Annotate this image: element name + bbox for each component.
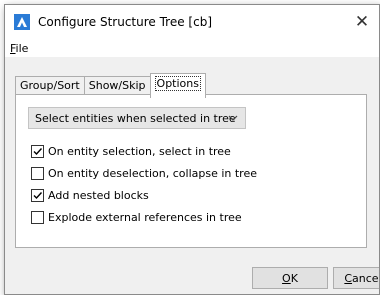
title-bar[interactable]: Configure Structure Tree [cb] ✕ bbox=[5, 5, 379, 39]
tab-show-skip[interactable]: Show/Skip bbox=[83, 76, 151, 96]
tab-label: Options bbox=[154, 76, 201, 91]
checkbox-select-in-tree[interactable]: On entity selection, select in tree bbox=[31, 143, 231, 159]
selection-mode-value: Select entities when selected in tree bbox=[35, 111, 236, 125]
ok-button[interactable]: OK bbox=[252, 267, 328, 289]
close-icon[interactable]: ✕ bbox=[351, 11, 373, 33]
checkbox-checked[interactable] bbox=[31, 188, 44, 202]
window-title: Configure Structure Tree [cb] bbox=[38, 15, 213, 29]
tab-label: Show/Skip bbox=[88, 79, 146, 92]
chevron-down-icon bbox=[227, 111, 239, 125]
checkbox-label: Add nested blocks bbox=[48, 188, 149, 202]
checkbox-label: On entity selection, select in tree bbox=[48, 144, 231, 158]
menu-bar: File bbox=[5, 39, 379, 57]
checkbox-checked[interactable] bbox=[31, 144, 44, 158]
tab-options[interactable]: Options bbox=[149, 73, 206, 98]
cancel-mnemonic: C bbox=[344, 271, 353, 285]
checkbox-label: On entity deselection, collapse in tree bbox=[48, 166, 257, 180]
menu-file-label: ile bbox=[15, 41, 29, 55]
tab-group-sort[interactable]: Group/Sort bbox=[15, 76, 85, 96]
configure-structure-tree-dialog: Configure Structure Tree [cb] ✕ File Gro… bbox=[4, 4, 380, 295]
options-panel: Select entities when selected in tree On… bbox=[15, 94, 367, 248]
cancel-button[interactable]: Cancel bbox=[333, 267, 380, 289]
checkbox-label: Explode external references in tree bbox=[48, 210, 242, 224]
checkbox-unchecked[interactable] bbox=[31, 166, 44, 180]
button-bar: OK Cancel bbox=[5, 250, 380, 294]
tab-strip: Group/Sort Show/Skip Options bbox=[15, 73, 206, 98]
tab-label: Group/Sort bbox=[20, 79, 80, 92]
checkbox-add-nested-blocks[interactable]: Add nested blocks bbox=[31, 187, 149, 203]
checkbox-collapse-in-tree[interactable]: On entity deselection, collapse in tree bbox=[31, 165, 257, 181]
checkbox-unchecked[interactable] bbox=[31, 210, 44, 224]
ok-mnemonic: O bbox=[282, 271, 291, 285]
selection-mode-dropdown[interactable]: Select entities when selected in tree bbox=[28, 107, 246, 129]
checkbox-explode-xrefs[interactable]: Explode external references in tree bbox=[31, 209, 242, 225]
menu-file[interactable]: File bbox=[10, 42, 28, 55]
ok-label: K bbox=[290, 271, 298, 285]
app-logo-icon bbox=[14, 14, 30, 30]
cancel-label: ancel bbox=[352, 271, 380, 285]
